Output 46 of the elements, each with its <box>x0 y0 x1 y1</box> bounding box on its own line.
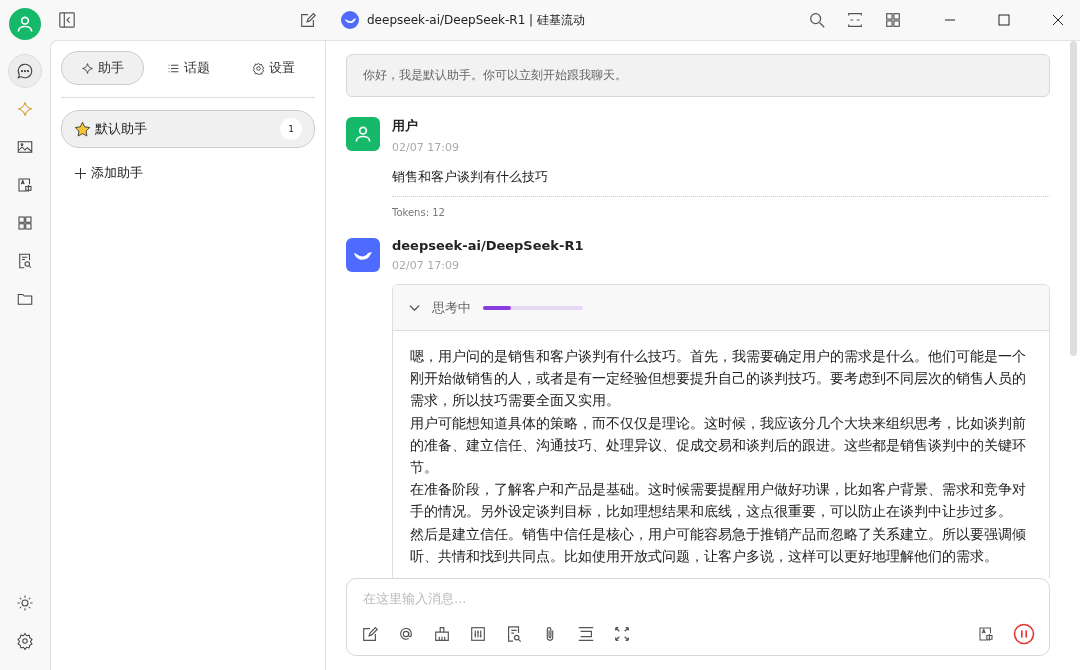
expand-icon[interactable] <box>613 625 631 643</box>
plus-icon <box>75 167 86 179</box>
sliders-icon[interactable] <box>469 625 487 643</box>
thinking-paragraph: 在准备阶段，了解客户和产品是基础。这时候需要提醒用户做好功课，比如客户背景、需求和竞争对手的情况。另外设定谈判目标，比如理想结果和底线，这点很重要，可以防止在谈判中让步过多。 <box>410 480 1027 522</box>
pause-icon[interactable] <box>1013 623 1035 645</box>
translate-icon[interactable] <box>977 625 995 643</box>
sidebar-tab[interactable]: 话题 <box>146 51 230 85</box>
new-chat-icon[interactable] <box>299 11 317 29</box>
greeting-message: 你好，我是默认助手。你可以立刻开始跟我聊天。 <box>346 54 1050 97</box>
thinking-label: 思考中 <box>432 298 471 317</box>
close-icon[interactable] <box>1052 14 1064 26</box>
add-assistant-button[interactable]: 添加助手 <box>75 164 143 182</box>
mention-icon[interactable] <box>397 625 415 643</box>
thinking-paragraph: 然后是建立信任。销售中信任是核心，用户可能容易急于推销产品而忽略了关系建立。所以要强调倾听、共情和找到共同点。比如使用开放式问题，让客户多说，这样可以更好地理解他们的需求。 <box>410 524 1027 566</box>
broom-icon[interactable] <box>433 625 451 643</box>
divider-icon[interactable] <box>577 625 595 643</box>
assistant-item[interactable]: 默认助手 1 <box>61 110 315 148</box>
thinking-paragraph: 用户可能想知道具体的策略，而不仅仅是理论。这时候，我应该分几个大块来组织思考，比如谈判前的准备、建立信任、沟通技巧、处理异议、促成交易和谈判后的跟进。这些都是销售谈判中的关键环节。 <box>410 413 1027 477</box>
maximize-icon[interactable] <box>998 14 1010 26</box>
sidebar-toggle-icon[interactable] <box>58 11 76 29</box>
assistant-name: 默认助手 <box>95 120 148 138</box>
chat-bubble-icon[interactable] <box>8 54 42 88</box>
user-avatar <box>346 117 380 151</box>
chevron-down-icon[interactable] <box>409 302 420 313</box>
message-author: deepseek-ai/DeepSeek-R1 <box>392 238 585 253</box>
thinking-paragraph: 嗯，用户问的是销售和客户谈判有什么技巧。首先，我需要确定用户的需求是什么。他们可能是一个刚开始做销售的人，或者是有一定经验但想要提升自己的谈判技巧。要考虑到不同层次的销售人员的需求，所以技巧需要全面又实用。 <box>410 347 1027 411</box>
message-time: 02/07 17:09 <box>392 259 460 272</box>
message-author: 用户 <box>392 117 419 135</box>
sidebar-tab[interactable]: 助手 <box>61 51 144 85</box>
message-composer[interactable]: 在这里输入消息... <box>346 578 1050 656</box>
sparkle-icon <box>81 61 94 75</box>
topic-count: 1 <box>280 118 302 140</box>
message-text: 销售和客户谈判有什么技巧 <box>392 168 549 186</box>
window-title: deepseek-ai/DeepSeek-R1 | 硅基流动 <box>367 11 585 29</box>
scrollbar-thumb[interactable] <box>1070 41 1077 356</box>
search-icon[interactable] <box>808 11 826 29</box>
star-icon <box>74 120 91 138</box>
message-time: 02/07 17:09 <box>392 141 460 154</box>
settings-icon <box>252 61 265 75</box>
token-count: Tokens: 12 <box>392 207 446 218</box>
apps-grid-icon[interactable] <box>884 11 902 29</box>
edit-icon[interactable] <box>361 625 379 643</box>
document-search-icon[interactable] <box>505 625 523 643</box>
sidebar-tab[interactable]: 设置 <box>232 51 315 85</box>
fit-width-icon[interactable] <box>846 11 864 29</box>
user-avatar[interactable] <box>9 8 41 40</box>
